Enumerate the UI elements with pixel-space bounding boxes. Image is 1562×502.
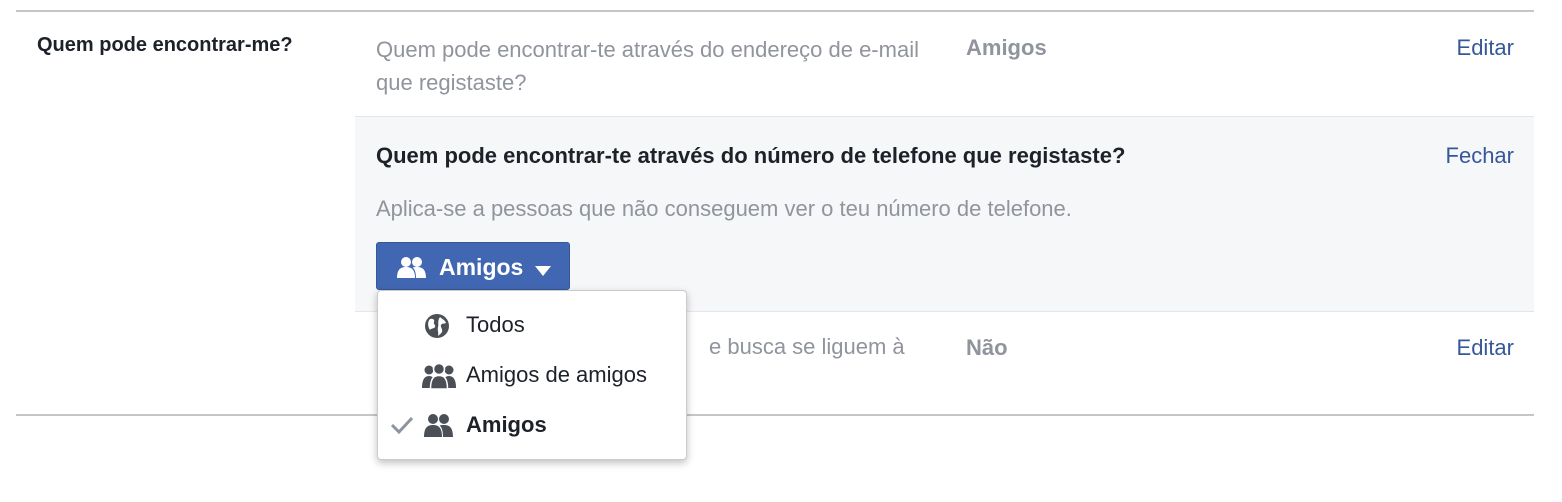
bottom-divider <box>16 414 1534 416</box>
friends-icon <box>424 413 454 442</box>
email-lookup-description: Quem pode encontrar-te através do endere… <box>376 37 919 95</box>
phone-lookup-note: Aplica-se a pessoas que não conseguem ve… <box>376 196 1072 221</box>
checkmark-icon <box>390 415 414 440</box>
email-lookup-edit-link[interactable]: Editar <box>1457 35 1514 61</box>
audience-dropdown-menu: Todos Amigos de amigos Amigos <box>377 290 687 460</box>
close-link[interactable]: Fechar <box>1446 143 1514 169</box>
menu-item-label: Amigos <box>466 412 547 437</box>
menu-item-amigos[interactable]: Amigos <box>378 401 686 451</box>
friends-of-friends-icon <box>422 362 456 394</box>
audience-selector-label: Amigos <box>439 254 524 280</box>
phone-lookup-title: Quem pode encontrar-te através do número… <box>376 143 1126 168</box>
menu-item-label: Todos <box>466 312 525 337</box>
friends-icon <box>397 256 427 283</box>
search-engine-value: Não <box>966 335 1008 360</box>
phone-lookup-expanded-panel: Quem pode encontrar-te através do número… <box>355 116 1534 312</box>
menu-item-amigos-de-amigos[interactable]: Amigos de amigos <box>378 351 686 401</box>
search-engine-edit-link[interactable]: Editar <box>1457 335 1514 361</box>
globe-icon <box>424 313 450 344</box>
menu-item-label: Amigos de amigos <box>466 362 647 387</box>
menu-item-todos[interactable]: Todos <box>378 301 686 351</box>
audience-selector-button[interactable]: Amigos <box>376 242 570 290</box>
top-divider <box>16 10 1534 12</box>
email-lookup-value: Amigos <box>966 35 1047 60</box>
caret-down-icon <box>535 263 551 281</box>
section-title: Quem pode encontrar-me? <box>37 34 293 56</box>
